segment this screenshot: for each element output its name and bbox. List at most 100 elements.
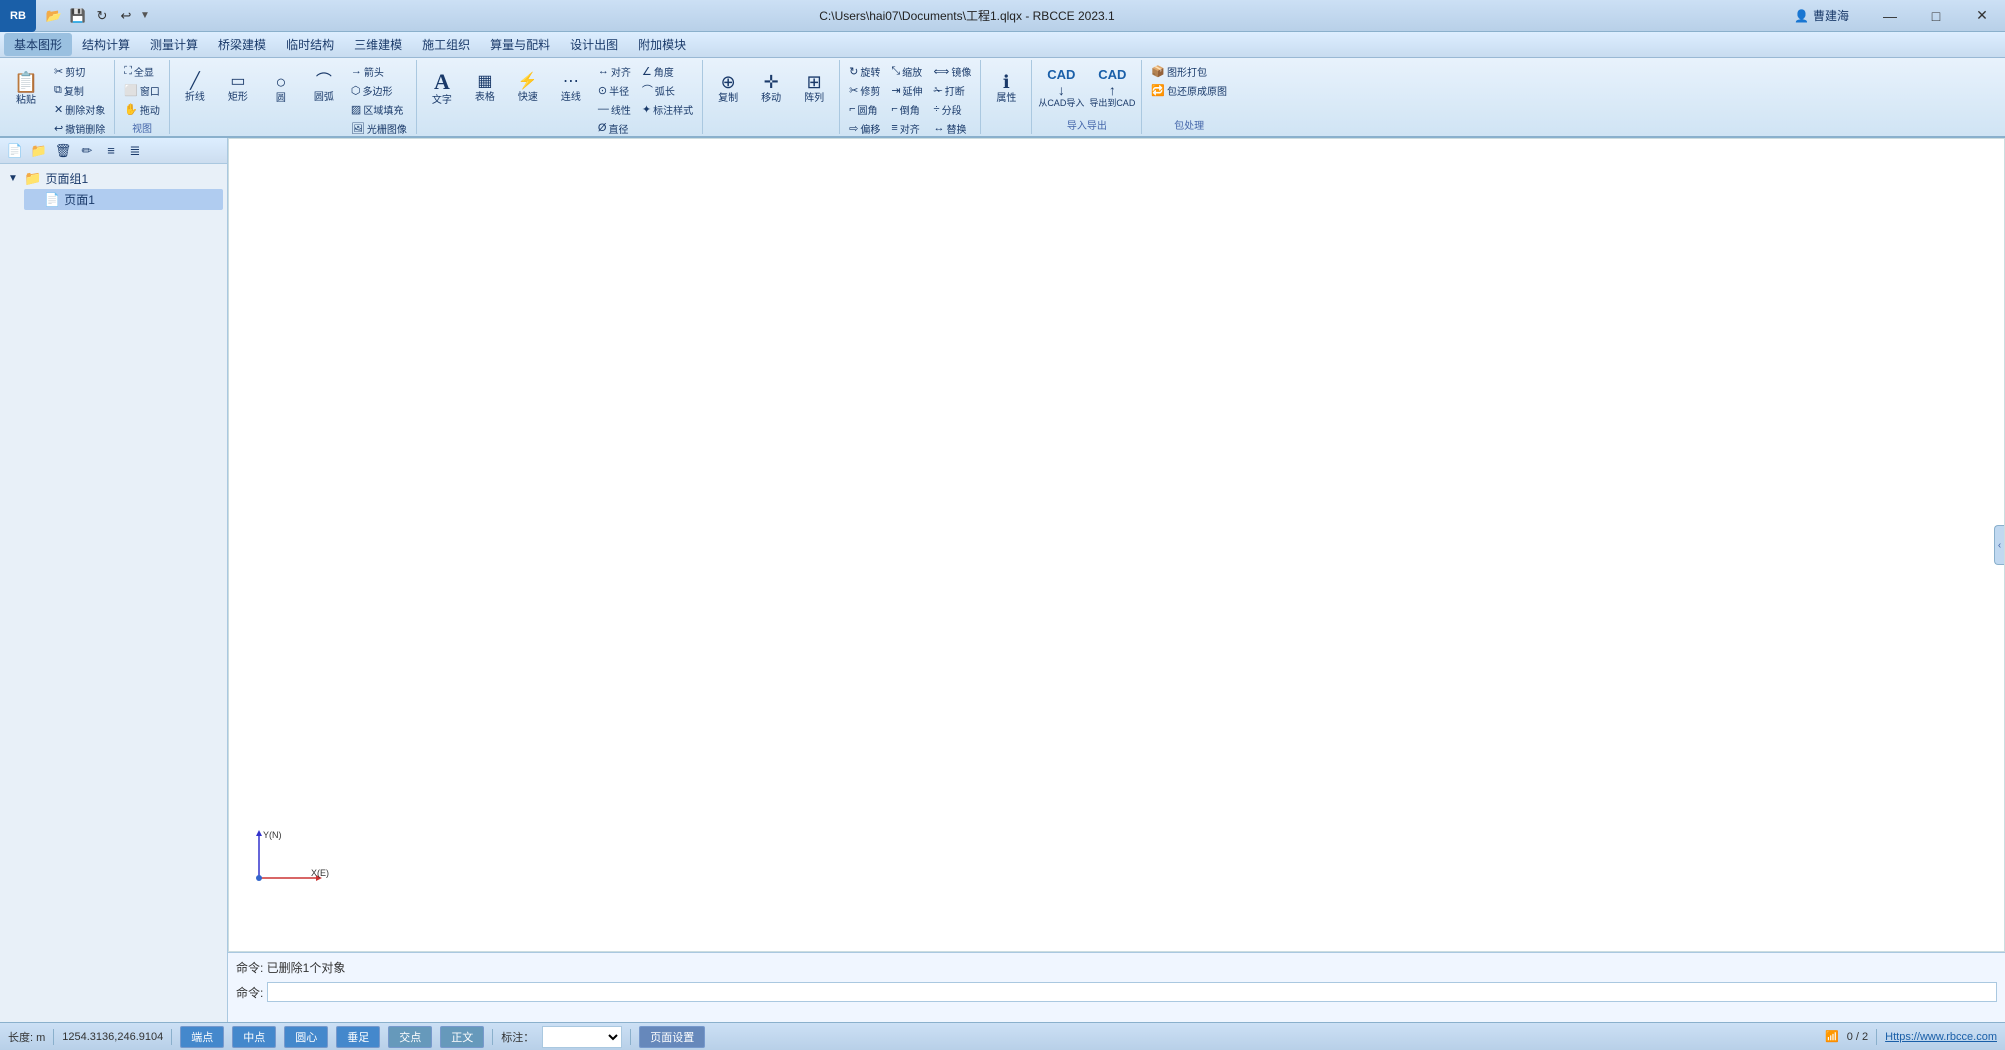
- angle-icon: ∠: [642, 65, 652, 78]
- menu-item-basic-shapes[interactable]: 基本图形: [4, 33, 72, 56]
- user-menu[interactable]: 👤 曹建海: [1788, 5, 1855, 26]
- menu-item-quantity-material[interactable]: 算量与配料: [480, 33, 560, 56]
- array-button[interactable]: ⊞ 阵列: [793, 62, 835, 114]
- fillet-button[interactable]: ⌐ 圆角: [844, 100, 885, 118]
- quick-button[interactable]: ⚡ 快速: [507, 62, 549, 114]
- page-settings-button[interactable]: 页面设置: [639, 1026, 705, 1048]
- fullscreen-button[interactable]: ⛶ 全显: [119, 62, 165, 80]
- arc-length-icon: ⌒: [642, 82, 653, 98]
- mirror-button[interactable]: ⟺ 镜像: [929, 62, 977, 80]
- snap-perpendicular-button[interactable]: 垂足: [336, 1026, 380, 1048]
- window-view-button[interactable]: ⬜ 窗口: [119, 81, 165, 99]
- status-right: 📶 0 / 2 Https://www.rbcce.com: [1825, 1029, 1997, 1045]
- snap-midpoint-button[interactable]: 中点: [232, 1026, 276, 1048]
- arc-button[interactable]: ⌒ 圆弧: [303, 62, 345, 114]
- break-button[interactable]: ✁ 打断: [929, 81, 977, 99]
- mark-style-button[interactable]: ✦ 标注样式: [637, 100, 698, 118]
- drag-button[interactable]: ✋ 拖动: [119, 100, 165, 118]
- pack-button[interactable]: 📦 图形打包: [1146, 62, 1232, 80]
- text-button[interactable]: A 文字: [421, 62, 463, 114]
- command-input[interactable]: [267, 982, 1997, 1002]
- delete-page-button[interactable]: 🗑: [52, 140, 74, 162]
- menu-item-measure-calc[interactable]: 测量计算: [140, 33, 208, 56]
- menu-item-temp-structure[interactable]: 临时结构: [276, 33, 344, 56]
- polygon-button[interactable]: ⬡ 多边形: [346, 81, 412, 99]
- website-link[interactable]: Https://www.rbcce.com: [1885, 1031, 1997, 1043]
- toolbar-section-import-export: CAD ↓ 从CAD导入 CAD ↑ 导出到CAD 导入导出: [1032, 60, 1142, 134]
- snap-endpoint-button[interactable]: 端点: [180, 1026, 224, 1048]
- copy-modify-button[interactable]: ⊕ 复制: [707, 62, 749, 114]
- linear-button[interactable]: — 线性: [593, 100, 636, 118]
- chamfer-icon: ⌐: [891, 103, 897, 115]
- export-cad-icon: CAD: [1098, 68, 1126, 81]
- minimize-button[interactable]: —: [1867, 0, 1913, 32]
- import-cad-button[interactable]: CAD ↓ 从CAD导入: [1036, 62, 1086, 114]
- aligned-button[interactable]: ↔ 对齐: [593, 62, 636, 80]
- diameter-button[interactable]: Ø 直径: [593, 119, 636, 137]
- radius-button[interactable]: ⊙ 半径: [593, 81, 636, 99]
- linear-icon: —: [598, 103, 609, 115]
- move-button[interactable]: ✛ 移动: [750, 62, 792, 114]
- snap-intersection-button[interactable]: 交点: [388, 1026, 432, 1048]
- right-collapse-handle[interactable]: ‹: [1994, 525, 2004, 565]
- snap-center-button[interactable]: 圆心: [284, 1026, 328, 1048]
- region-fill-button[interactable]: ▨ 区域填充: [346, 100, 412, 118]
- cut-button[interactable]: ✂ 剪切: [49, 62, 110, 80]
- menu-item-design-output[interactable]: 设计出图: [560, 33, 628, 56]
- rotate-button[interactable]: ↻ 旋转: [844, 62, 885, 80]
- quick-save-button[interactable]: 💾: [68, 6, 88, 26]
- menu-item-structural-calc[interactable]: 结构计算: [72, 33, 140, 56]
- canvas-main[interactable]: Y(N) X(E) ‹: [228, 138, 2005, 952]
- snap-text-button[interactable]: 正文: [440, 1026, 484, 1048]
- trim-button[interactable]: ✂ 修剪: [844, 81, 885, 99]
- rename-button[interactable]: ✏: [76, 140, 98, 162]
- menu-item-addon[interactable]: 附加模块: [628, 33, 696, 56]
- arc-length-button[interactable]: ⌒ 弧长: [637, 81, 698, 99]
- polyline-button[interactable]: ╱ 折线: [174, 62, 216, 114]
- scale-button[interactable]: ⤡ 缩放: [886, 62, 927, 80]
- maximize-button[interactable]: □: [1913, 0, 1959, 32]
- copy-button[interactable]: ⧉ 复制: [49, 81, 110, 99]
- menu-item-bridge-model[interactable]: 桥梁建模: [208, 33, 276, 56]
- new-page-button[interactable]: 📄: [4, 140, 26, 162]
- app-logo: RB: [0, 0, 36, 32]
- quick-redo-button[interactable]: ↻: [92, 6, 112, 26]
- undo-delete-button[interactable]: ↩ 撤销删除: [49, 119, 110, 137]
- properties-button[interactable]: ℹ 属性: [985, 62, 1027, 114]
- export-cad-button[interactable]: CAD ↑ 导出到CAD: [1087, 62, 1137, 114]
- quick-undo-button[interactable]: ↩: [116, 6, 136, 26]
- extend-button[interactable]: ⇥ 延伸: [886, 81, 927, 99]
- page-count: 0 / 2: [1847, 1031, 1868, 1043]
- chamfer-button[interactable]: ⌐ 倒角: [886, 100, 927, 118]
- align-right-button[interactable]: ≣: [124, 140, 146, 162]
- replace-button[interactable]: ↔ 替换: [929, 119, 977, 137]
- offset-button[interactable]: ⇨ 偏移: [844, 119, 885, 137]
- circle-button[interactable]: ○ 圆: [260, 62, 302, 114]
- new-group-button[interactable]: 📁: [28, 140, 50, 162]
- paste-button[interactable]: 📋 粘贴: [4, 62, 48, 116]
- restore-button[interactable]: 🔁 包还原成原图: [1146, 81, 1232, 99]
- angle-button[interactable]: ∠ 角度: [637, 62, 698, 80]
- tree-item-group1[interactable]: ▼ 📁 页面组1: [4, 168, 223, 189]
- delete-icon: ✕: [54, 103, 63, 116]
- tree-item-page1[interactable]: 📄 页面1: [24, 189, 223, 210]
- delete-obj-button[interactable]: ✕ 删除对象: [49, 100, 110, 118]
- menu-item-construction-org[interactable]: 施工组织: [412, 33, 480, 56]
- continuous-button[interactable]: ⋯ 连线: [550, 62, 592, 114]
- align-left-button[interactable]: ≡: [100, 140, 122, 162]
- divide-button[interactable]: ÷ 分段: [929, 100, 977, 118]
- mark-dropdown[interactable]: [542, 1026, 622, 1048]
- toolbar-section-draw: ╱ 折线 ▭ 矩形 ○ 圆 ⌒ 圆弧 → 箭头 ⬡: [170, 60, 417, 134]
- table-button[interactable]: ▦ 表格: [464, 62, 506, 114]
- separator-5: [1876, 1029, 1877, 1045]
- menu-item-3d-model[interactable]: 三维建模: [344, 33, 412, 56]
- raster-button[interactable]: 🖼 光栅图像: [346, 119, 412, 137]
- rect-button[interactable]: ▭ 矩形: [217, 62, 259, 114]
- close-button[interactable]: ✕: [1959, 0, 2005, 32]
- toolbar-section-properties: ℹ 属性: [981, 60, 1032, 134]
- arrow-button[interactable]: → 箭头: [346, 62, 412, 80]
- cut-icon: ✂: [54, 65, 63, 78]
- quick-open-button[interactable]: 📂: [44, 6, 64, 26]
- align-button[interactable]: ≡ 对齐: [886, 119, 927, 137]
- extend-icon: ⇥: [891, 84, 900, 97]
